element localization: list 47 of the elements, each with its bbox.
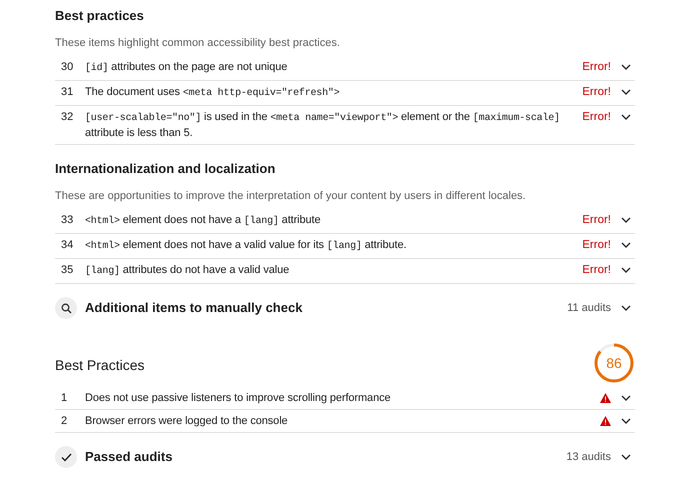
- section-heading: Internationalization and localization: [55, 160, 276, 178]
- warning-icon: [600, 393, 611, 403]
- audit-number: 33: [60, 213, 74, 227]
- check-icon: [55, 446, 77, 468]
- score-value: 86: [606, 354, 622, 372]
- error-label: Error!: [582, 60, 611, 74]
- section-description: These items highlight common accessibility best practices.: [55, 36, 341, 50]
- audit-title[interactable]: <html> element does not have a [lang] attribute: [85, 213, 582, 229]
- chevron-icon[interactable]: [621, 114, 631, 120]
- score-gauge: [594, 343, 634, 383]
- audit-number: 35: [60, 263, 74, 277]
- error-label: Error!: [582, 110, 611, 124]
- warning-icon: [600, 416, 611, 426]
- category-title: Best Practices: [55, 356, 146, 375]
- error-label: Error!: [582, 85, 611, 99]
- audit-number: 30: [60, 60, 74, 74]
- audit-number: 2: [60, 414, 68, 428]
- chevron-icon[interactable]: [621, 242, 631, 248]
- chevron-icon[interactable]: [621, 64, 631, 70]
- audit-number: 1: [60, 391, 68, 405]
- audit-title[interactable]: Does not use passive listeners to improve scrolling performance: [85, 391, 600, 405]
- chevron-icon[interactable]: [621, 305, 631, 311]
- search-icon: [55, 297, 77, 319]
- audit-number: 31: [60, 85, 74, 99]
- audit-title[interactable]: [lang] attributes do not have a valid value: [85, 263, 582, 279]
- section-heading: Best practices: [55, 7, 145, 25]
- audit-number: 34: [60, 238, 74, 252]
- section-description: These are opportunities to improve the interpretation of your content by users in different locales.: [55, 188, 527, 204]
- error-label: Error!: [582, 213, 611, 227]
- audit-title[interactable]: <html> element does not have a valid value for its [lang] attribute.: [85, 238, 582, 254]
- audit-count: 11 audits: [567, 300, 611, 316]
- audit-title[interactable]: [user-scalable="no"] is used in the <meta name="viewport"> element or the [maximum-scale] attribute is less than 5.: [85, 110, 582, 140]
- audit-number: 32: [60, 110, 74, 124]
- audit-title[interactable]: [id] attributes on the page are not unique: [85, 60, 582, 76]
- error-label: Error!: [582, 263, 611, 277]
- chevron-icon[interactable]: [621, 395, 631, 401]
- chevron-icon[interactable]: [621, 418, 631, 424]
- group-title[interactable]: Passed audits: [85, 447, 566, 467]
- error-label: Error!: [582, 238, 611, 252]
- audit-title[interactable]: Browser errors were logged to the console: [85, 414, 600, 428]
- chevron-icon[interactable]: [621, 454, 631, 460]
- group-title[interactable]: Additional items to manually check: [85, 298, 568, 318]
- chevron-icon[interactable]: [621, 217, 631, 223]
- audit-title[interactable]: The document uses <meta http-equiv="refresh">: [85, 85, 582, 101]
- chevron-icon[interactable]: [621, 267, 631, 273]
- chevron-icon[interactable]: [621, 89, 631, 95]
- audit-count: 13 audits: [566, 450, 611, 465]
